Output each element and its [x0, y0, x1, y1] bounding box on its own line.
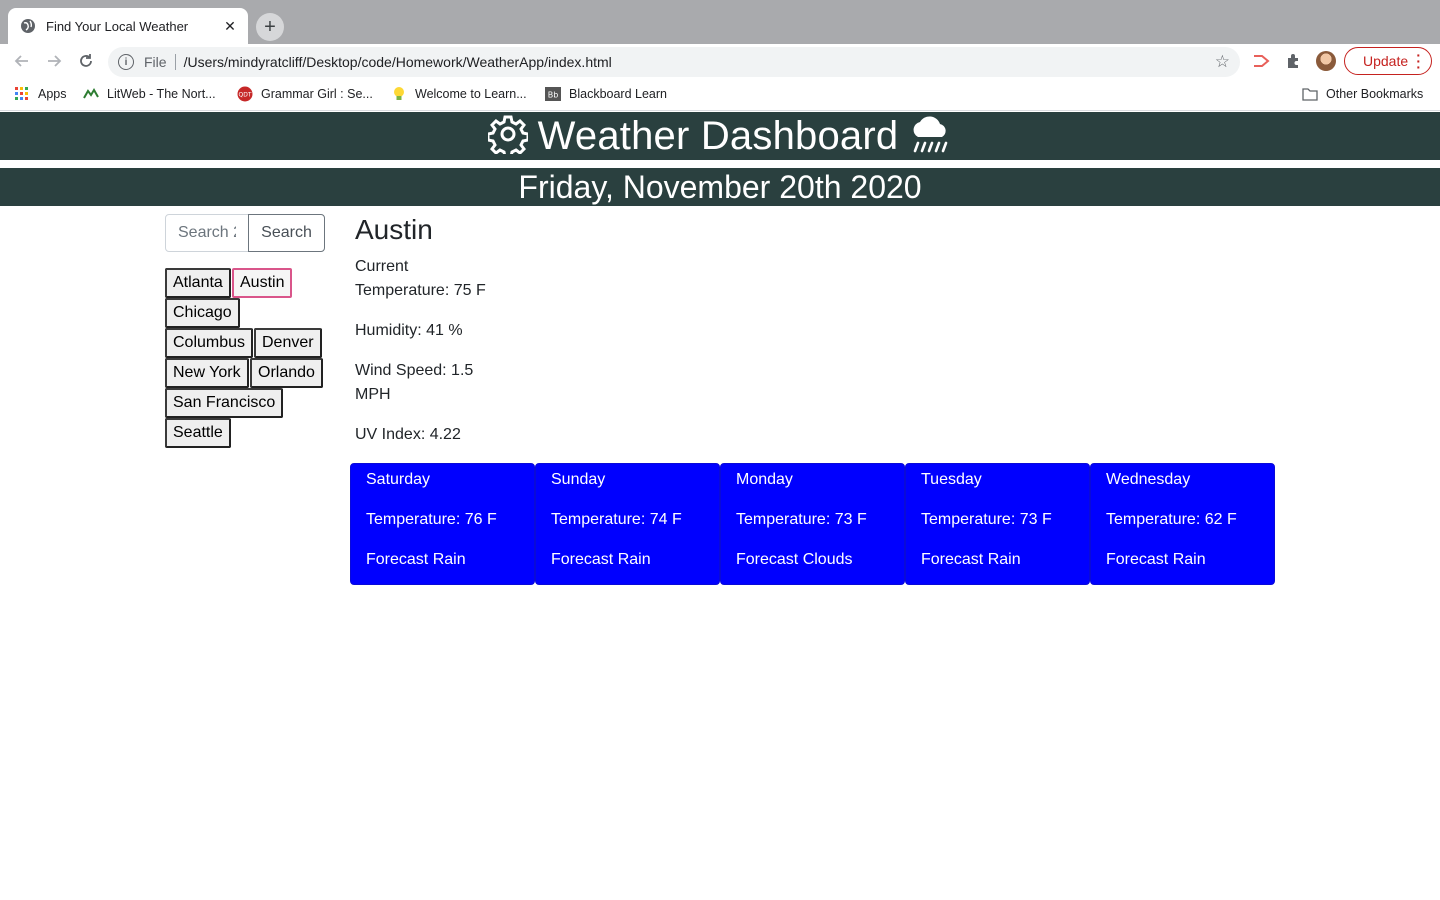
bookmark-blackboard[interactable]: Bb Blackboard Learn [545, 86, 667, 102]
forecast-day: Monday [736, 471, 793, 488]
forecast-condition: Forecast Rain [551, 551, 651, 568]
lightbulb-favicon [391, 86, 407, 102]
bookmark-label: Grammar Girl : Se... [261, 87, 373, 101]
globe-icon [20, 18, 36, 34]
bookmark-label: LitWeb - The Nort... [107, 87, 216, 101]
update-label: Update [1363, 53, 1409, 69]
apps-grid-icon [14, 86, 30, 102]
bookmark-label: Welcome to Learn... [415, 87, 527, 101]
bookmark-label: Blackboard Learn [569, 87, 667, 101]
forecast-day: Wednesday [1106, 471, 1191, 488]
current-wind-speed: Wind Speed: 1.5 [355, 362, 474, 379]
forecast-card: Wednesday Temperature: 62 F Forecast Rai… [1090, 463, 1275, 585]
forecast-condition: Forecast Rain [1106, 551, 1206, 568]
five-day-forecast: Saturday Temperature: 76 F Forecast Rain… [350, 463, 1275, 585]
city-button-seattle[interactable]: Seattle [165, 418, 231, 448]
current-wind-unit: MPH [355, 386, 391, 403]
address-bar[interactable]: i File /Users/mindyratcliff/Desktop/code… [108, 47, 1240, 77]
page-header: Weather Dashboard [0, 112, 1440, 160]
forecast-day: Sunday [551, 471, 606, 488]
bookmark-apps[interactable]: Apps [14, 86, 67, 102]
city-button-san-francisco[interactable]: San Francisco [165, 388, 284, 418]
forecast-condition: Forecast Rain [921, 551, 1021, 568]
gear-icon [486, 114, 530, 159]
city-button-austin[interactable]: Austin [232, 268, 293, 298]
svg-text:QDT: QDT [238, 92, 251, 99]
current-uv-index: UV Index: 4.22 [355, 426, 461, 443]
new-tab-button[interactable]: + [256, 13, 284, 41]
forecast-temperature: Temperature: 73 F [921, 511, 1052, 528]
forecast-card: Monday Temperature: 73 F Forecast Clouds [720, 463, 905, 585]
back-icon[interactable] [10, 49, 34, 73]
city-button-orlando[interactable]: Orlando [250, 358, 323, 388]
svg-text:Bb: Bb [548, 91, 559, 100]
address-scheme: File [144, 54, 167, 70]
forecast-temperature: Temperature: 76 F [366, 511, 497, 528]
browser-tabstrip: Find Your Local Weather ✕ + [0, 0, 1440, 44]
city-button-denver[interactable]: Denver [254, 328, 322, 358]
forward-icon[interactable] [42, 49, 66, 73]
bookmark-grammar-girl[interactable]: QDT Grammar Girl : Se... [237, 86, 373, 102]
browser-toolbar: i File /Users/mindyratcliff/Desktop/code… [0, 44, 1440, 78]
bookmark-star-icon[interactable]: ☆ [1215, 52, 1230, 72]
blackboard-favicon: Bb [545, 86, 561, 102]
forecast-day: Tuesday [921, 471, 982, 488]
bookmarks-bar: Apps LitWeb - The Nort... QDT Grammar Gi… [0, 78, 1440, 111]
reload-icon[interactable] [74, 49, 98, 73]
city-button-columbus[interactable]: Columbus [165, 328, 254, 358]
address-url[interactable]: /Users/mindyratcliff/Desktop/code/Homewo… [184, 54, 1215, 70]
bookmark-welcome-to-learn[interactable]: Welcome to Learn... [391, 86, 527, 102]
close-tab-icon[interactable]: ✕ [222, 18, 238, 35]
bookmark-label: Apps [38, 87, 67, 101]
puzzle-icon[interactable] [1283, 51, 1303, 71]
menu-dots-icon[interactable]: · · · [1416, 48, 1421, 74]
bookmark-litweb[interactable]: LitWeb - The Nort... [83, 86, 216, 102]
forecast-temperature: Temperature: 62 F [1106, 511, 1237, 528]
current-date: Friday, November 20th 2020 [518, 168, 922, 205]
forecast-temperature: Temperature: 74 F [551, 511, 682, 528]
address-separator [174, 54, 176, 70]
forecast-condition: Forecast Clouds [736, 551, 853, 568]
search-button[interactable]: Search [248, 214, 325, 252]
city-button-chicago[interactable]: Chicago [165, 298, 240, 328]
forecast-day: Saturday [366, 471, 431, 488]
forecast-card: Saturday Temperature: 76 F Forecast Rain [350, 463, 535, 585]
forecast-condition: Forecast Rain [366, 551, 466, 568]
city-button-new-york[interactable]: New York [165, 358, 249, 388]
folder-icon [1302, 86, 1318, 102]
litweb-favicon [83, 86, 99, 102]
current-label: Current [355, 258, 409, 275]
page-title: Weather Dashboard [537, 113, 899, 158]
forecast-card: Sunday Temperature: 74 F Forecast Rain [535, 463, 720, 585]
grammar-girl-favicon: QDT [237, 86, 253, 102]
browser-tab[interactable]: Find Your Local Weather ✕ [8, 8, 248, 44]
forecast-temperature: Temperature: 73 F [736, 511, 867, 528]
current-humidity: Humidity: 41 % [355, 322, 463, 339]
other-bookmarks-label: Other Bookmarks [1326, 87, 1424, 101]
city-button-atlanta[interactable]: Atlanta [165, 268, 231, 298]
date-banner: Friday, November 20th 2020 [0, 168, 1440, 206]
tab-title: Find Your Local Weather [46, 18, 189, 34]
cast-extension-icon[interactable] [1251, 51, 1271, 71]
city-search-input[interactable] [165, 214, 249, 252]
current-city-name: Austin [355, 214, 433, 245]
profile-avatar[interactable] [1316, 51, 1336, 71]
info-icon[interactable]: i [118, 54, 134, 70]
current-temperature: Temperature: 75 F [355, 282, 486, 299]
forecast-card: Tuesday Temperature: 73 F Forecast Rain [905, 463, 1090, 585]
update-button[interactable]: Update · · · [1344, 47, 1432, 75]
rain-cloud-icon [908, 113, 952, 160]
other-bookmarks[interactable]: Other Bookmarks [1302, 86, 1423, 102]
